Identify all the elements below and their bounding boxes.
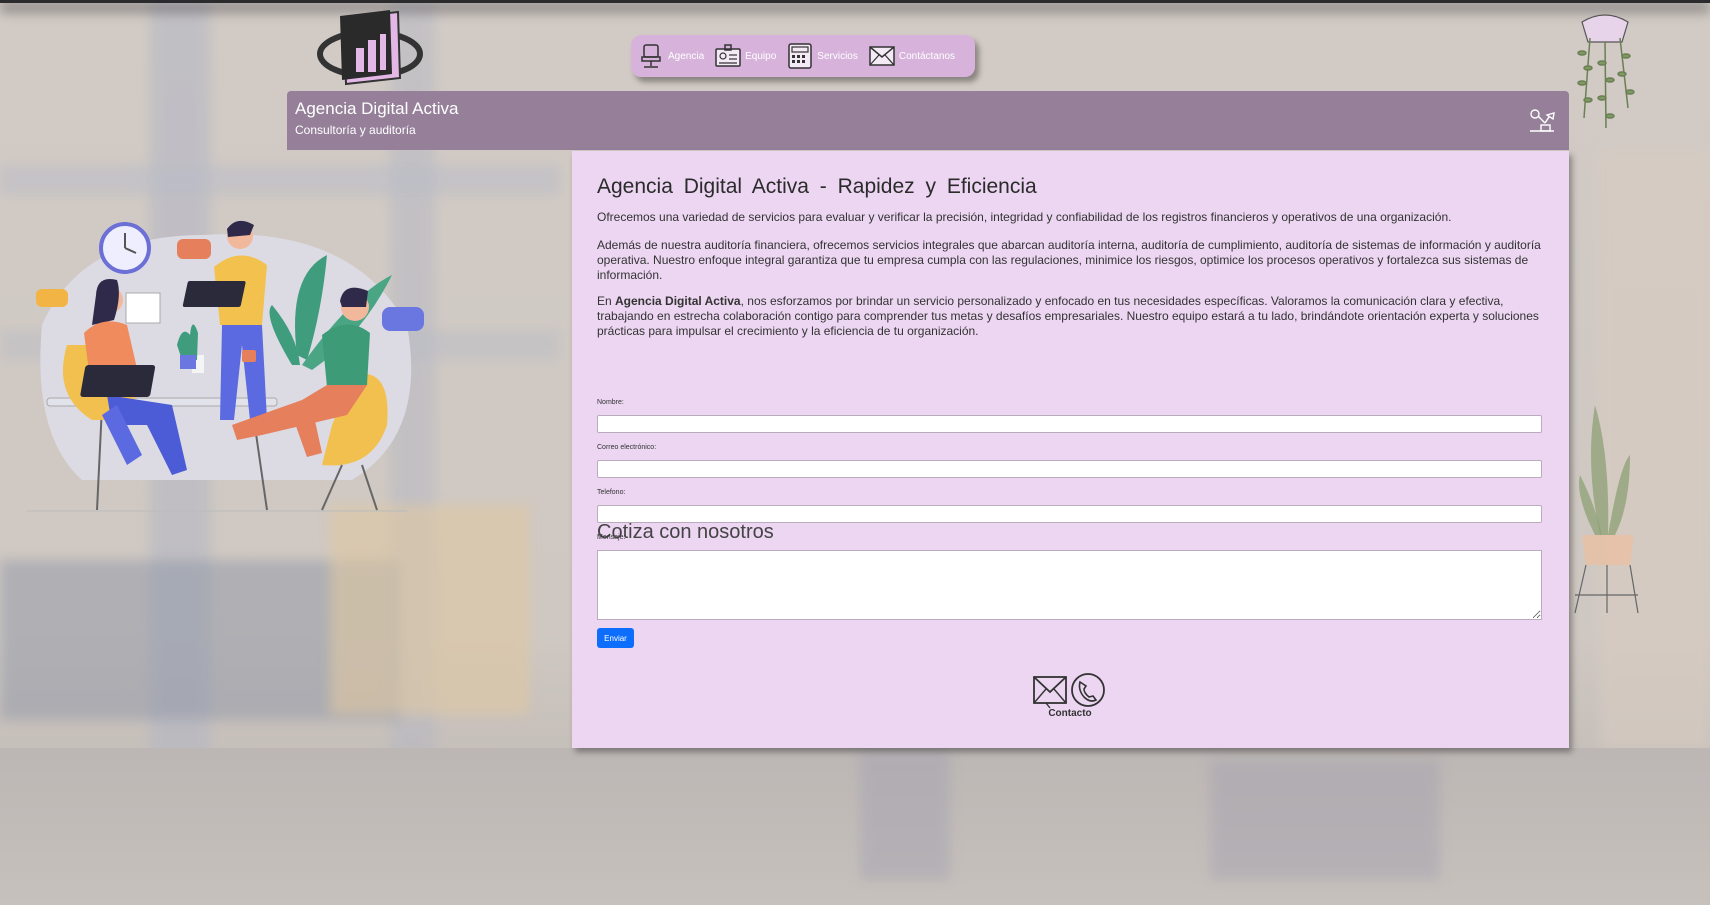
hanging-plant-icon (1577, 14, 1635, 129)
main-navigation: Agencia Equipo Servicios Contáctanos (631, 35, 975, 77)
site-title: Agencia Digital Activa (295, 99, 459, 118)
phone-label: Telefono: (597, 489, 626, 496)
phone-icon[interactable] (1071, 673, 1105, 707)
approach-paragraph: En Agencia Digital Activa, nos esforzamo… (597, 294, 1542, 339)
window-top-edge (0, 0, 1710, 3)
nav-item-servicios[interactable]: Servicios (786, 42, 858, 70)
envelope-icon (869, 46, 895, 66)
name-label: Nombre: (597, 399, 624, 406)
content-card: Agencia Digital Activa - Rapidez y Efici… (572, 151, 1569, 748)
services-paragraph: Además de nuestra auditoría financiera, … (597, 238, 1541, 282)
approach-brand: Agencia Digital Activa (615, 294, 741, 308)
nav-item-label: Contáctanos (898, 50, 956, 62)
office-team-illustration (27, 220, 424, 512)
nav-item-contactanos[interactable]: Contáctanos (868, 42, 955, 70)
nav-item-label: Servicios (817, 50, 858, 62)
message-field[interactable] (597, 550, 1542, 620)
email-field[interactable] (597, 460, 1542, 478)
office-chair-icon (641, 44, 661, 68)
intro-paragraph: Ofrecemos una variedad de servicios para… (597, 210, 1452, 224)
logo-icon (317, 10, 423, 86)
nav-item-agencia[interactable]: Agencia (637, 42, 704, 70)
site-subtitle: Consultoría y auditoría (295, 123, 416, 137)
message-label: Mensaje: (597, 534, 626, 541)
page-title: Agencia Digital Activa - Rapidez y Efici… (597, 175, 1037, 198)
approach-prefix: En (597, 294, 616, 308)
title-banner: Agencia Digital Activa Consultoría y aud… (287, 91, 1569, 150)
contact-label: Contacto (1048, 708, 1092, 719)
contact-icons (1033, 673, 1105, 709)
email-label: Correo electrónico: (597, 444, 657, 451)
desk-lamp-icon (1530, 109, 1555, 132)
id-card-icon (715, 44, 741, 67)
nav-item-equipo[interactable]: Equipo (714, 42, 776, 70)
potted-plant-icon (1574, 405, 1639, 614)
nav-item-label: Agencia (668, 50, 705, 62)
phone-field[interactable] (597, 505, 1542, 523)
nav-item-label: Equipo (745, 50, 777, 62)
name-field[interactable] (597, 415, 1542, 433)
calculator-icon (788, 43, 813, 69)
submit-button[interactable]: Enviar (597, 628, 634, 648)
envelope-icon[interactable] (1033, 676, 1067, 709)
